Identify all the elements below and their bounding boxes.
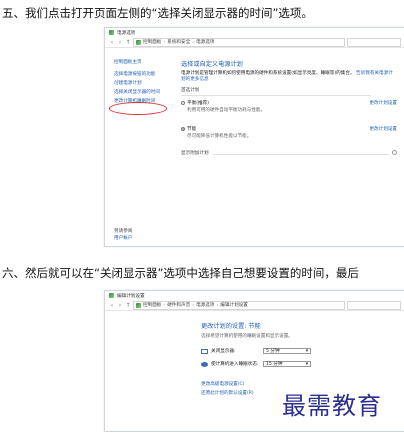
watermark-text: 最需教育 [282, 392, 382, 420]
window-title: 电源选项 [117, 30, 136, 36]
control-panel-icon [136, 302, 141, 308]
sidebar-item-display-off-time[interactable]: 选择关闭显示器的时间 [114, 90, 175, 96]
sidebar-item-home[interactable]: 控制面板主页 [114, 60, 175, 66]
chevron-down-icon: ▾ [305, 348, 308, 354]
radio-power-saver[interactable] [181, 126, 185, 131]
extra-plans-row[interactable]: 显示附加计划 [181, 150, 397, 158]
select-value: 15 分钟 [266, 362, 283, 367]
address-bar: ‹ › ↑ 控制面板 › 硬件和声音 › 电源选项 › 编辑计划设置 [105, 300, 404, 311]
plan-desc: 尽可能降低计算机性能以节能。 [187, 134, 252, 139]
breadcrumb-item[interactable]: 电源选项 [196, 39, 214, 45]
control-panel-icon [136, 39, 141, 45]
divider [213, 154, 389, 155]
breadcrumb: 控制面板 › 硬件和声音 › 电源选项 › 编辑计划设置 [133, 300, 345, 310]
description: 电源计划是管理计算机如何使用电源的硬件和系统设置(如显示亮度、睡眠等)的集合。 … [181, 71, 397, 83]
page-title: 更改计划的设置: 节能 [201, 323, 261, 330]
forward-arrow-icon[interactable]: › [117, 302, 123, 309]
plan-name: 平衡(推荐) [187, 101, 209, 106]
monitor-icon [201, 348, 208, 354]
power-options-screenshot: 电源选项 ‹ › ↑ 控制面板 › 系统和安全 › 电源选项 控制面板主页 选择电源… [104, 27, 404, 247]
up-arrow-icon[interactable]: ↑ [125, 302, 131, 309]
breadcrumb-item[interactable]: 编辑计划设置 [220, 302, 248, 308]
setting-label: 关闭显示器: [211, 349, 236, 354]
setting-label: 使计算机进入睡眠状态: [211, 362, 259, 367]
back-arrow-icon[interactable]: ‹ [109, 302, 115, 309]
breadcrumb-item[interactable]: 硬件和声音 [167, 302, 190, 308]
sleep-select[interactable]: 15 分钟 ▾ [263, 361, 311, 367]
breadcrumb-item[interactable]: 电源选项 [196, 302, 214, 308]
power-icon [109, 293, 114, 298]
step-five-text: 五、我们点击打开页面左侧的“选择关闭显示器的时间”选项。 [2, 6, 313, 20]
breadcrumb-item[interactable]: 控制面板 [143, 39, 161, 45]
page-title: 选择或自定义电源计划 [181, 61, 243, 68]
plan-desc: 利用可用的硬件自动平衡功耗与性能。 [187, 108, 266, 113]
window-title: 编辑计划设置 [117, 293, 145, 299]
plan-name: 节能 [187, 127, 197, 132]
setting-row-sleep: 使计算机进入睡眠状态: 15 分钟 ▾ [201, 361, 397, 367]
chevron-down-icon[interactable] [392, 150, 397, 155]
search-input[interactable] [347, 37, 401, 47]
breadcrumb-item[interactable]: 系统和安全 [167, 39, 190, 45]
breadcrumb: 控制面板 › 系统和安全 › 电源选项 [133, 37, 345, 47]
window-titlebar: 电源选项 [105, 28, 404, 37]
highlight-oval [109, 102, 167, 115]
section-label: 首选计划 [181, 88, 200, 93]
radio-balanced[interactable] [181, 100, 185, 105]
description-text: 电源计划是管理计算机如何使用电源的硬件和系统设置(如显示亮度、睡眠等)的集合。 [181, 71, 355, 76]
main-content: 选择或自定义电源计划 电源计划是管理计算机如何使用电源的硬件和系统设置(如显示亮… [181, 48, 397, 246]
sidebar-item-power-button[interactable]: 选择电源按钮的功能 [114, 72, 175, 78]
sidebar-item-user-accounts[interactable]: 用户帐户 [114, 236, 132, 242]
chevron-down-icon: ▾ [305, 361, 308, 367]
up-arrow-icon[interactable]: ↑ [125, 39, 131, 46]
address-bar: ‹ › ↑ 控制面板 › 系统和安全 › 电源选项 [105, 37, 404, 48]
description: 选择希望计算机使用的睡眠设置和显示设置。 [201, 334, 293, 339]
sidebar: 控制面板主页 选择电源按钮的功能 创建电源计划 选择关闭显示器的时间 更改计算机… [105, 48, 175, 246]
search-input[interactable] [347, 300, 401, 310]
edit-plan-content: 更改计划的设置: 节能 选择希望计算机使用的睡眠设置和显示设置。 关闭显示器: … [201, 321, 397, 396]
extra-plans-label: 显示附加计划 [181, 151, 209, 156]
power-icon [109, 30, 114, 35]
forward-arrow-icon[interactable]: › [117, 39, 123, 46]
step-six-text: 六、然后就可以在“关闭显示器”选项中选择自己想要设置的时间，最后 [2, 266, 359, 280]
plan-power-saver: 节能 尽可能降低计算机性能以节能。 更改计划设置 [181, 126, 397, 146]
change-plan-link[interactable]: 更改计划设置 [369, 100, 397, 106]
plan-balanced: 平衡(推荐) 利用可用的硬件自动平衡功耗与性能。 更改计划设置 [181, 100, 397, 120]
setting-row-display: 关闭显示器: 5 分钟 ▾ [201, 348, 397, 354]
display-off-select[interactable]: 5 分钟 ▾ [263, 348, 311, 354]
sidebar-item-create-plan[interactable]: 创建电源计划 [114, 81, 175, 87]
sleep-icon [201, 361, 208, 367]
change-plan-link[interactable]: 更改计划设置 [369, 126, 397, 132]
divider [181, 95, 371, 96]
window-titlebar: 编辑计划设置 [105, 291, 404, 300]
breadcrumb-item[interactable]: 控制面板 [143, 302, 161, 308]
back-arrow-icon[interactable]: ‹ [109, 39, 115, 46]
select-value: 5 分钟 [266, 349, 280, 354]
see-also-label: 另请参阅 [114, 229, 133, 234]
